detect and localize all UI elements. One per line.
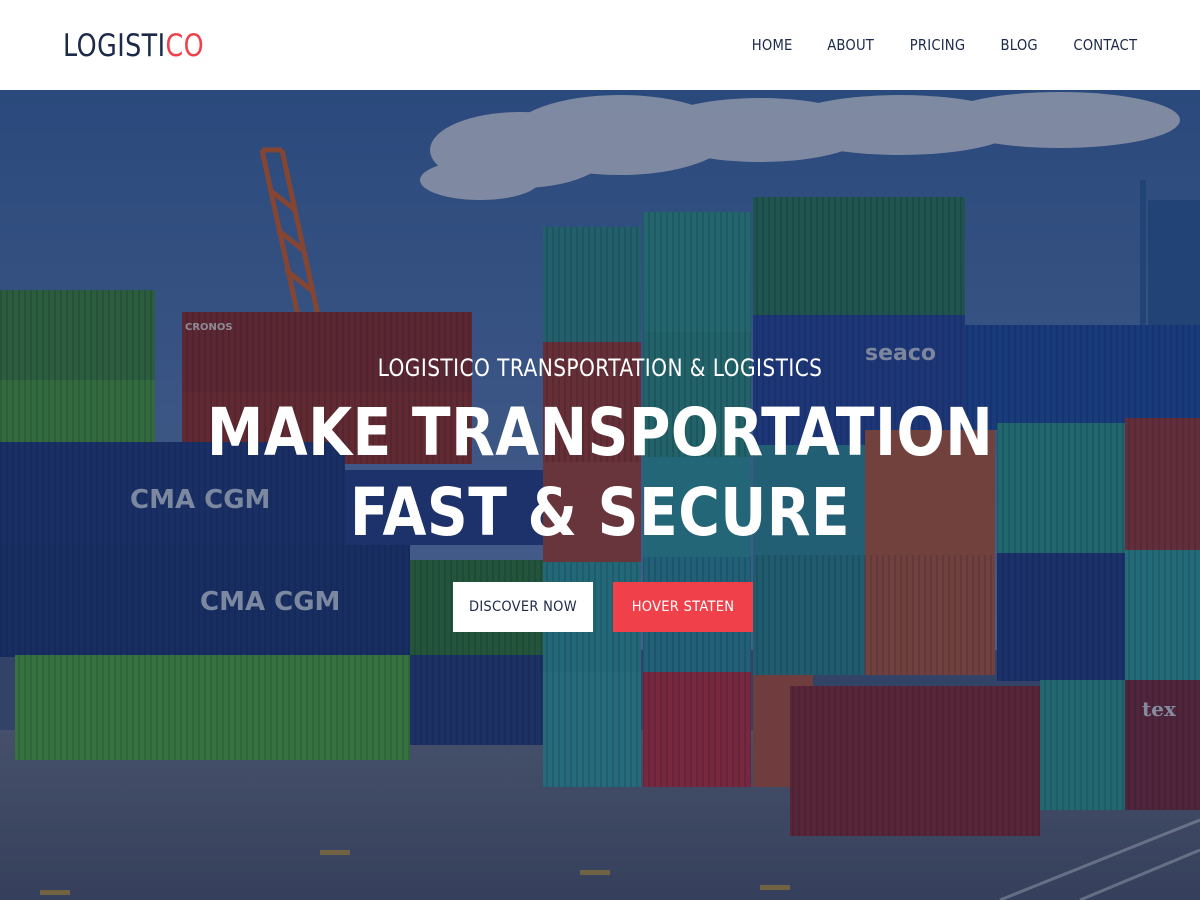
logo-text-main: LOGISTI xyxy=(63,28,166,64)
discover-now-label: DISCOVER NOW xyxy=(469,599,577,615)
hover-staten-button[interactable]: HOVER STATEN xyxy=(613,582,753,632)
hero-title-line-2: FAST & SECURE xyxy=(349,474,851,551)
nav-contact[interactable]: CONTACT xyxy=(1074,32,1138,58)
nav-about[interactable]: ABOUT xyxy=(827,32,874,58)
logo-text-accent: CO xyxy=(165,28,205,64)
hero-subtitle: LOGISTICO TRANSPORTATION & LOGISTICS xyxy=(377,354,823,382)
main-nav: HOME ABOUT PRICING BLOG CONTACT xyxy=(749,32,1143,58)
nav-blog[interactable]: BLOG xyxy=(1001,32,1038,58)
nav-home[interactable]: HOME xyxy=(751,32,792,58)
hero-title-line-1: MAKE TRANSPORTATION xyxy=(206,394,994,471)
hover-staten-label: HOVER STATEN xyxy=(631,599,735,615)
site-header: LOGISTICO HOME ABOUT PRICING BLOG CONTAC… xyxy=(0,0,1200,90)
discover-now-button[interactable]: DISCOVER NOW xyxy=(453,582,593,632)
nav-pricing[interactable]: PRICING xyxy=(910,32,965,58)
site-logo[interactable]: LOGISTICO xyxy=(63,26,204,66)
hero-content: LOGISTICO TRANSPORTATION & LOGISTICS MAK… xyxy=(0,90,1200,900)
hero-section: CMA CGM CMA CGM CRONOS seaco tex LOGISTI… xyxy=(0,90,1200,900)
